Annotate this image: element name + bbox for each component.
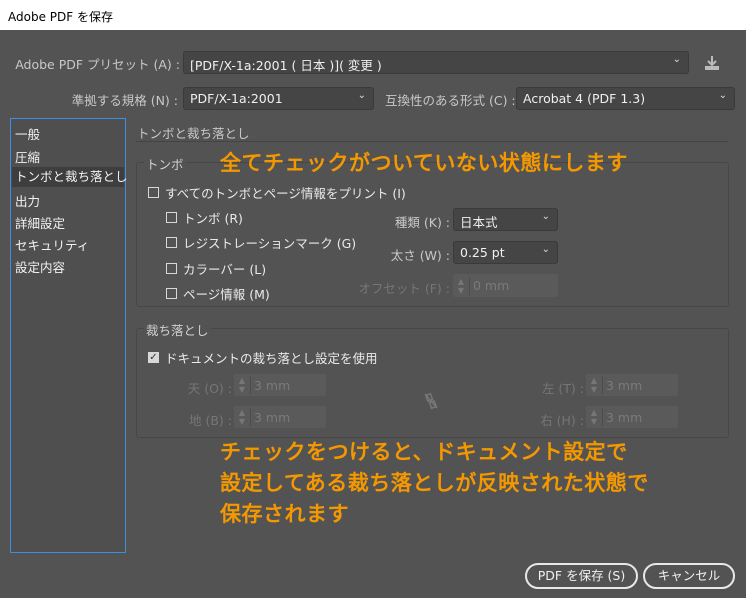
standard-label: 準拠する規格 (N) : (71, 93, 178, 108)
spinner-arrows-icon: ▲ ▼ (586, 408, 603, 426)
marks-group-label: トンボ (144, 154, 186, 173)
checkbox-label: ページ情報 (M) (183, 287, 270, 302)
checkbox-label: レジストレーションマーク (G) (183, 236, 357, 251)
window-title: Adobe PDF を保存 (8, 10, 113, 24)
standard-value: PDF/X-1a:2001 (190, 91, 283, 106)
right-label: 右 (H) : (540, 413, 584, 428)
top-label: 天 (O) : (187, 381, 232, 396)
right-spinner: ▲ ▼ 3 mm (586, 406, 678, 428)
use-doc-bleed-checkbox[interactable]: ✓ ドキュメントの裁ち落とし設定を使用 (148, 348, 378, 367)
annotation-line-1: チェックをつけると、ドキュメント設定で (220, 440, 628, 464)
spinner-arrows-icon: ▲ ▼ (234, 376, 251, 394)
preset-value: [PDF/X-1a:2001 ( 日本 )]( 変更 ) (190, 58, 382, 73)
sidebar: 一般 圧縮 トンボと裁ち落とし 出力 詳細設定 セキュリティ 設定内容 (10, 118, 128, 553)
bottom-value: 3 mm (254, 409, 291, 425)
all-marks-label: すべてのトンボとページ情報をプリント (I) (165, 186, 406, 201)
checkbox-box[interactable] (166, 212, 177, 223)
link-icon (423, 391, 439, 414)
top-value: 3 mm (254, 377, 291, 393)
chevron-down-icon: ⌄ (541, 244, 550, 255)
bottom-spinner: ▲ ▼ 3 mm (234, 406, 326, 428)
type-label: 種類 (K) : (394, 215, 450, 230)
bottom-label: 地 (B) : (189, 413, 232, 428)
spinner-arrows-icon: ▲ ▼ (453, 276, 470, 295)
preset-select[interactable]: [PDF/X-1a:2001 ( 日本 )]( 変更 ) ⌄ (183, 51, 689, 74)
sidebar-item-advanced[interactable]: 詳細設定 (15, 213, 65, 232)
weight-label: 太さ (W) : (390, 248, 450, 263)
preset-label: Adobe PDF プリセット (A) : (15, 57, 180, 72)
top-spinner: ▲ ▼ 3 mm (234, 374, 326, 396)
checkbox-box[interactable] (148, 187, 159, 198)
sidebar-item-output[interactable]: 出力 (15, 191, 40, 210)
right-value: 3 mm (606, 409, 643, 425)
sidebar-item-summary[interactable]: 設定内容 (15, 257, 65, 276)
weight-select[interactable]: 0.25 pt ⌄ (453, 241, 558, 264)
offset-value: 0 mm (473, 278, 510, 293)
sidebar-item-general[interactable]: 一般 (15, 124, 40, 143)
spinner-arrows-icon: ▲ ▼ (586, 376, 603, 394)
chevron-down-icon: ⌄ (541, 211, 550, 222)
standard-select[interactable]: PDF/X-1a:2001 ⌄ (183, 87, 374, 110)
registration-marks-checkbox[interactable]: レジストレーションマーク (G) (166, 233, 356, 252)
left-value: 3 mm (606, 377, 643, 393)
chevron-down-icon: ⌄ (718, 90, 727, 101)
annotation-top: 全てチェックがついていない状態にします (220, 151, 628, 175)
save-pdf-button[interactable]: PDF を保存 (S) (525, 563, 638, 589)
crop-marks-checkbox[interactable]: トンボ (R) (166, 208, 243, 227)
annotation-line-2: 設定してある裁ち落としが反映された状態で (220, 471, 649, 495)
section-title: トンボと裁ち落とし (137, 126, 250, 141)
left-label: 左 (T) : (541, 381, 584, 396)
sidebar-item-security[interactable]: セキュリティ (15, 235, 89, 254)
checkbox-box[interactable] (166, 263, 177, 274)
chevron-down-icon: ⌄ (357, 90, 366, 101)
chevron-down-icon: ⌄ (672, 54, 681, 65)
checkbox-box[interactable] (166, 288, 177, 299)
cancel-button[interactable]: キャンセル (643, 563, 735, 589)
spinner-arrows-icon: ▲ ▼ (234, 408, 251, 426)
section-divider (136, 141, 728, 142)
sidebar-item-compression[interactable]: 圧縮 (15, 147, 40, 166)
title-bar: Adobe PDF を保存 (0, 0, 746, 30)
offset-label: オフセット (F) : (358, 281, 450, 296)
offset-spinner: ▲ ▼ 0 mm (453, 274, 558, 297)
checkmark-icon[interactable]: ✓ (148, 352, 159, 363)
page-info-checkbox[interactable]: ページ情報 (M) (166, 284, 270, 303)
color-bars-checkbox[interactable]: カラーバー (L) (166, 259, 266, 278)
checkbox-label: カラーバー (L) (183, 262, 267, 277)
checkbox-label: トンボ (R) (183, 211, 243, 226)
sidebar-item-marks-bleeds[interactable]: トンボと裁ち落とし (12, 167, 128, 187)
all-marks-checkbox[interactable]: すべてのトンボとページ情報をプリント (I) (148, 183, 406, 202)
weight-value: 0.25 pt (460, 245, 505, 260)
bleed-group-label: 裁ち落とし (144, 320, 211, 339)
type-select[interactable]: 日本式 ⌄ (453, 208, 558, 231)
save-preset-icon[interactable] (703, 54, 721, 72)
left-spinner: ▲ ▼ 3 mm (586, 374, 678, 396)
type-value: 日本式 (460, 215, 498, 230)
checkbox-label: ドキュメントの裁ち落とし設定を使用 (165, 351, 378, 366)
annotation-line-3: 保存されます (220, 502, 349, 526)
compat-label: 互換性のある形式 (C) : (385, 93, 516, 108)
compat-value: Acrobat 4 (PDF 1.3) (523, 91, 646, 106)
compat-select[interactable]: Acrobat 4 (PDF 1.3) ⌄ (516, 87, 735, 110)
checkbox-box[interactable] (166, 237, 177, 248)
